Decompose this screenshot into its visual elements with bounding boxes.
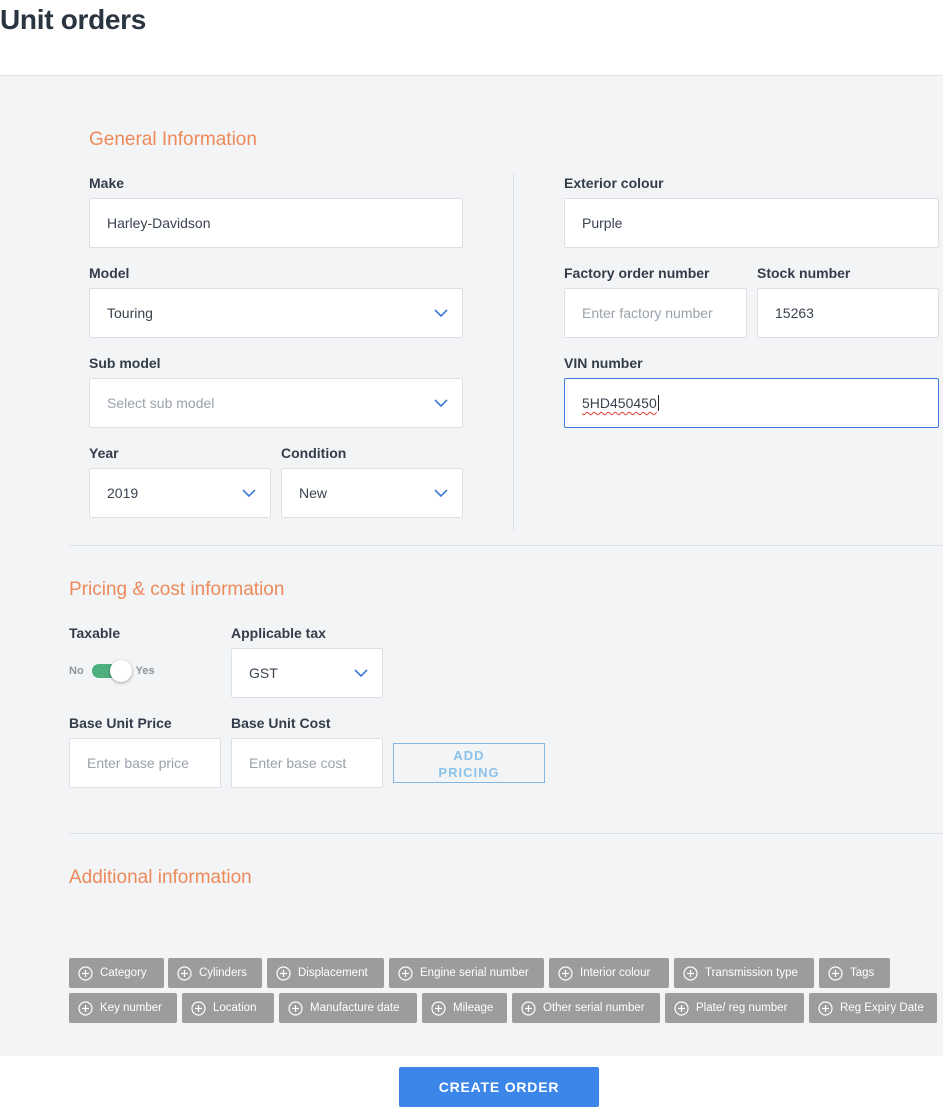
add-field-chip[interactable]: Displacement xyxy=(267,958,384,988)
plus-circle-icon xyxy=(288,1000,303,1016)
chip-label: Cylinders xyxy=(199,967,247,979)
base-unit-price-input[interactable]: Enter base price xyxy=(69,738,221,788)
chip-label: Reg Expiry Date xyxy=(840,1002,924,1014)
column-divider xyxy=(513,174,514,530)
taxable-label: Taxable xyxy=(69,625,121,641)
plus-circle-icon xyxy=(683,965,698,981)
add-field-chip[interactable]: Transmission type xyxy=(674,958,814,988)
create-order-button[interactable]: CREATE ORDER xyxy=(399,1067,599,1107)
stock-number-input[interactable]: 15263 xyxy=(757,288,939,338)
plus-circle-icon xyxy=(558,965,573,981)
chip-label: Mileage xyxy=(453,1002,494,1014)
chip-label: Engine serial number xyxy=(420,967,529,979)
section-divider xyxy=(69,833,943,834)
base-unit-cost-input[interactable]: Enter base cost xyxy=(231,738,383,788)
plus-circle-icon xyxy=(674,1000,689,1016)
condition-value: New xyxy=(299,485,328,501)
chevron-down-icon xyxy=(434,486,448,500)
chip-label: Displacement xyxy=(298,967,368,979)
chip-label: Other serial number xyxy=(543,1002,645,1014)
pricing-title: Pricing & cost information xyxy=(69,579,285,600)
applicable-tax-select[interactable]: GST xyxy=(231,648,383,698)
chip-label: Key number xyxy=(100,1002,163,1014)
sub-model-placeholder: Select sub model xyxy=(107,395,215,411)
plus-circle-icon xyxy=(177,965,192,981)
add-field-chip[interactable]: Reg Expiry Date xyxy=(809,993,937,1023)
exterior-colour-label: Exterior colour xyxy=(564,175,664,191)
condition-label: Condition xyxy=(281,445,347,461)
chip-label: Tags xyxy=(850,967,875,979)
vin-input[interactable]: 5HD450450 xyxy=(564,378,939,428)
year-value: 2019 xyxy=(107,485,139,501)
plus-circle-icon xyxy=(78,1000,93,1016)
add-field-chip[interactable]: Plate/ reg number xyxy=(665,993,804,1023)
vin-value: 5HD450450 xyxy=(582,395,657,411)
toggle-on-label: Yes xyxy=(135,665,155,677)
plus-circle-icon xyxy=(78,965,93,981)
chip-label: Location xyxy=(213,1002,257,1014)
model-value: Touring xyxy=(107,305,153,321)
add-pricing-label-line1: ADD xyxy=(453,748,485,763)
page-title: Unit orders xyxy=(0,4,147,35)
applicable-tax-value: GST xyxy=(249,665,278,681)
exterior-colour-input[interactable]: Purple xyxy=(564,198,939,248)
add-pricing-label-line2: PRICING xyxy=(438,765,500,780)
chevron-down-icon xyxy=(242,486,256,500)
general-information-title: General Information xyxy=(89,129,257,150)
add-field-chip[interactable]: Cylinders xyxy=(168,958,262,988)
plus-circle-icon xyxy=(431,1000,446,1016)
make-input[interactable]: Harley-Davidson xyxy=(89,198,463,248)
year-label: Year xyxy=(89,445,119,461)
taxable-toggle-group: No Yes xyxy=(69,660,155,682)
sub-model-select[interactable]: Select sub model xyxy=(89,378,463,428)
stock-number-label: Stock number xyxy=(757,265,851,281)
plus-circle-icon xyxy=(818,1000,833,1016)
base-unit-cost-label: Base Unit Cost xyxy=(231,715,331,731)
condition-select[interactable]: New xyxy=(281,468,463,518)
add-pricing-button[interactable]: ADD PRICING xyxy=(393,743,545,783)
add-field-chip[interactable]: Engine serial number xyxy=(389,958,544,988)
model-select[interactable]: Touring xyxy=(89,288,463,338)
plus-circle-icon xyxy=(398,965,413,981)
chevron-down-icon xyxy=(354,666,368,680)
text-caret xyxy=(657,395,659,411)
year-select[interactable]: 2019 xyxy=(89,468,271,518)
chip-label: Interior colour xyxy=(580,967,651,979)
plus-circle-icon xyxy=(521,1000,536,1016)
add-field-chip[interactable]: Location xyxy=(182,993,274,1023)
model-label: Model xyxy=(89,265,130,281)
add-field-chip[interactable]: Mileage xyxy=(422,993,507,1023)
chip-label: Transmission type xyxy=(705,967,798,979)
make-label: Make xyxy=(89,175,125,191)
add-field-chip[interactable]: Manufacture date xyxy=(279,993,417,1023)
chip-label: Plate/ reg number xyxy=(696,1002,788,1014)
vin-label: VIN number xyxy=(564,355,643,371)
chevron-down-icon xyxy=(434,306,448,320)
chip-label: Manufacture date xyxy=(310,1002,400,1014)
add-field-chip[interactable]: Interior colour xyxy=(549,958,669,988)
base-unit-price-label: Base Unit Price xyxy=(69,715,172,731)
factory-order-input[interactable]: Enter factory number xyxy=(564,288,747,338)
applicable-tax-label: Applicable tax xyxy=(231,625,326,641)
page-header: Unit orders xyxy=(0,0,943,76)
add-field-chip[interactable]: Tags xyxy=(819,958,890,988)
plus-circle-icon xyxy=(276,965,291,981)
section-divider xyxy=(69,545,943,546)
factory-order-label: Factory order number xyxy=(564,265,710,281)
taxable-toggle[interactable] xyxy=(91,660,132,682)
add-field-chip[interactable]: Key number xyxy=(69,993,177,1023)
sub-model-label: Sub model xyxy=(89,355,161,371)
plus-circle-icon xyxy=(191,1000,206,1016)
chip-label: Category xyxy=(100,967,147,979)
additional-information-title: Additional information xyxy=(69,867,252,888)
add-field-chip[interactable]: Category xyxy=(69,958,164,988)
chevron-down-icon xyxy=(434,396,448,410)
toggle-off-label: No xyxy=(69,665,84,677)
add-field-chip[interactable]: Other serial number xyxy=(512,993,660,1023)
plus-circle-icon xyxy=(828,965,843,981)
toggle-knob xyxy=(109,660,132,682)
